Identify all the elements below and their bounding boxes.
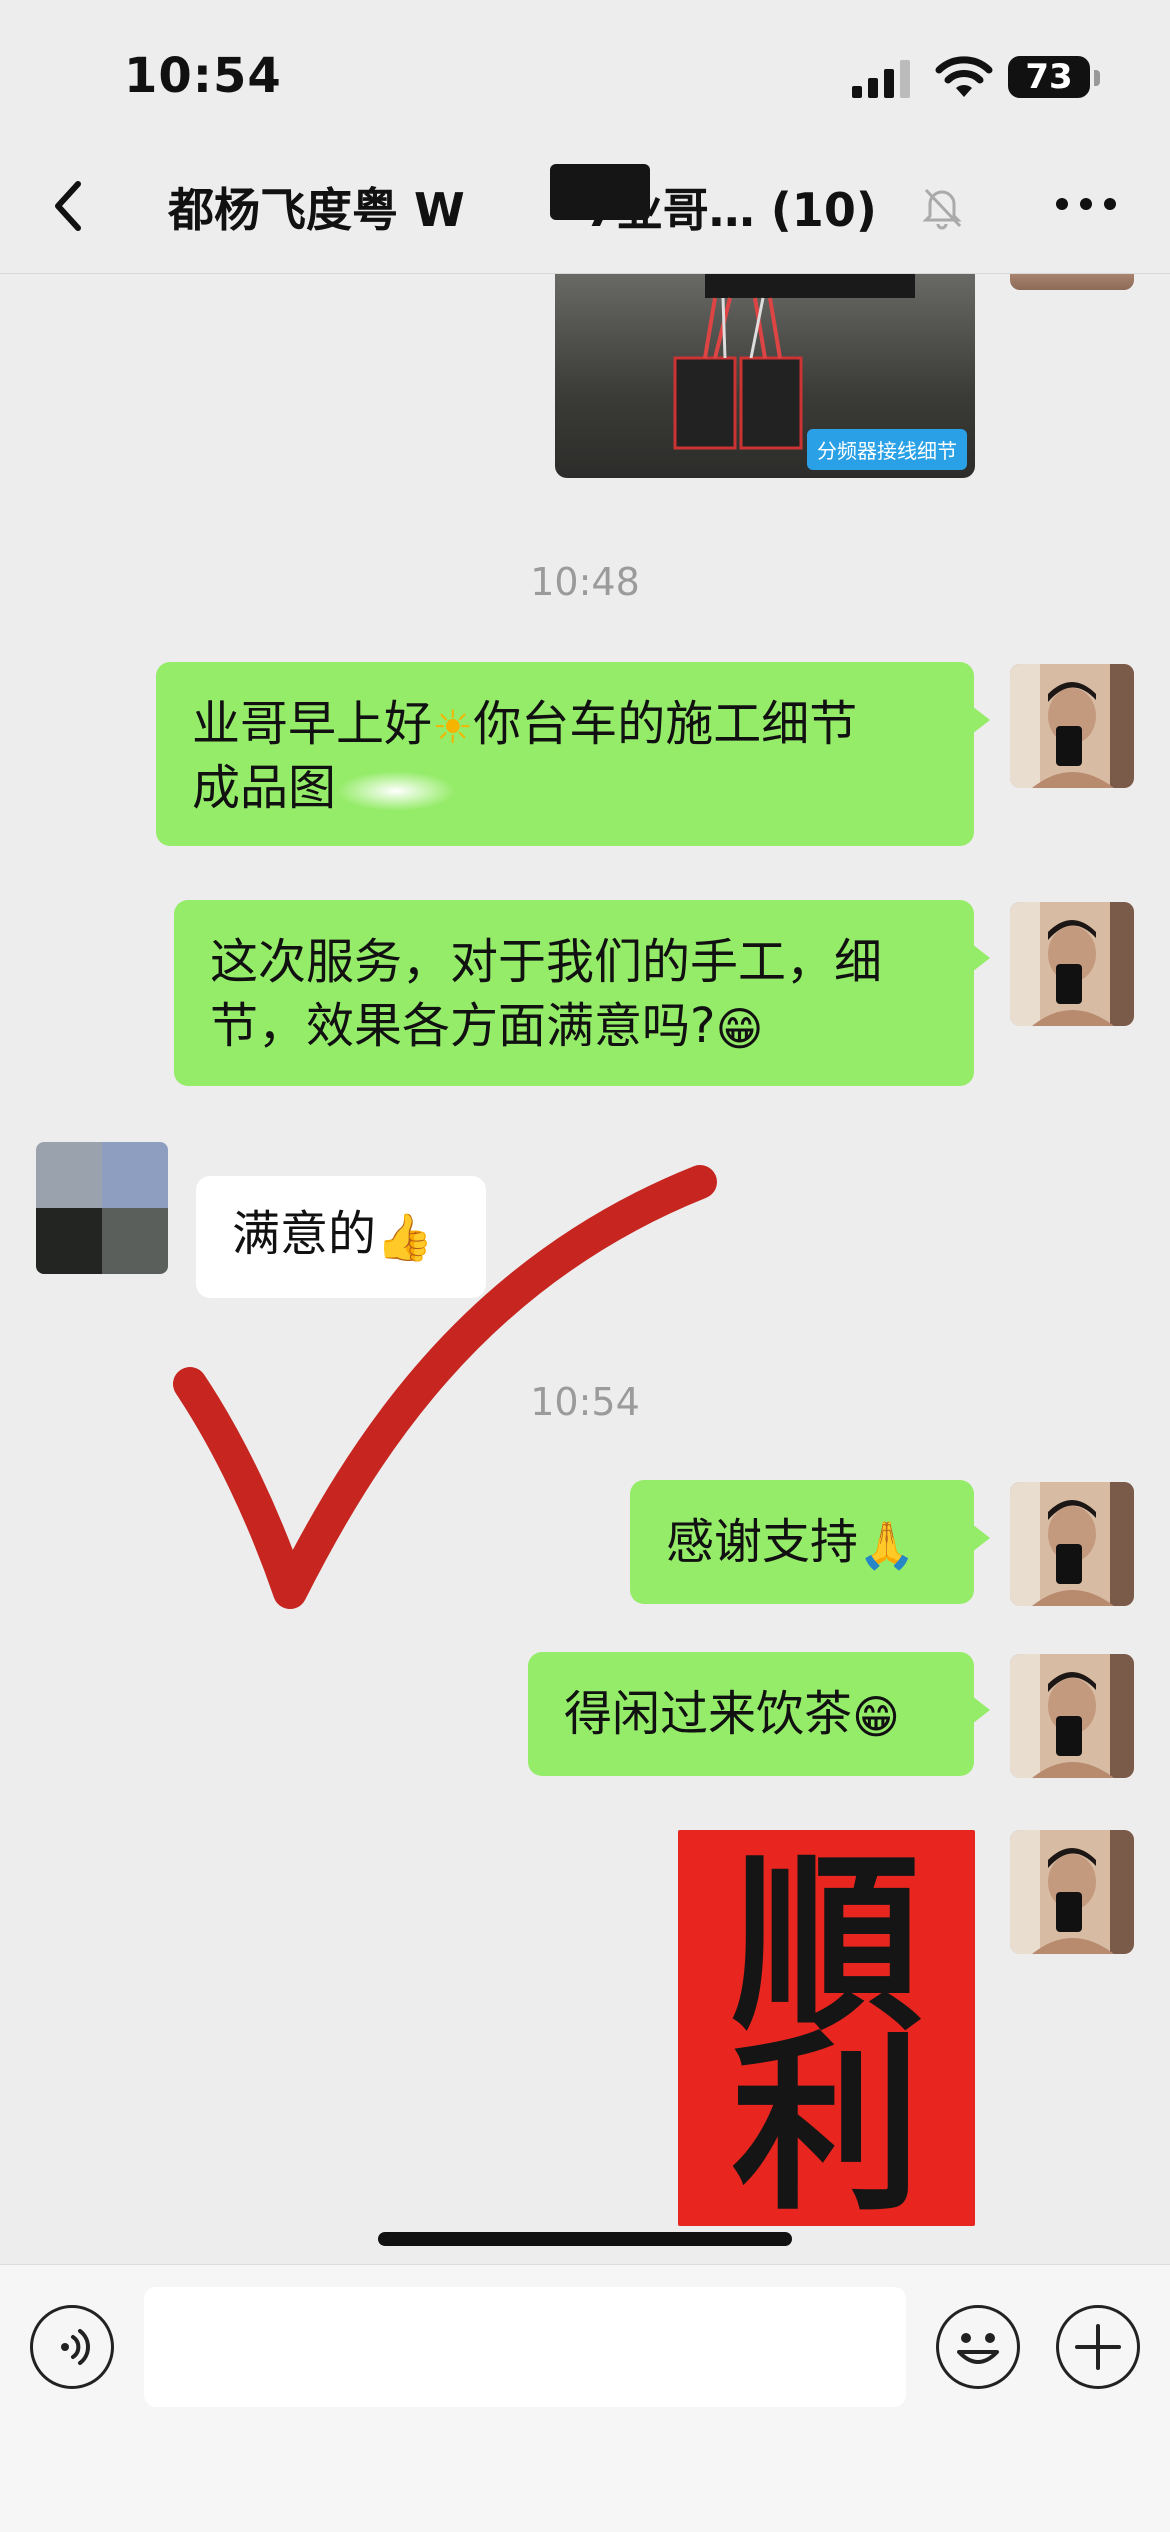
message-text: 满意的 — [232, 1206, 377, 1262]
blurred-emoji-icon — [336, 771, 457, 811]
avatar[interactable] — [1010, 902, 1134, 1026]
message-input[interactable] — [144, 2287, 906, 2407]
message-text: 得闲过来饮茶 — [564, 1686, 853, 1742]
emoji-button[interactable] — [936, 2305, 1020, 2389]
message-text: 业哥早上好 — [192, 696, 433, 752]
plus-button[interactable] — [1056, 2305, 1140, 2389]
message-text: 成品图 — [192, 760, 337, 816]
time-separator: 10:48 — [530, 560, 640, 604]
message-bubble[interactable]: 这次服务，对于我们的手工，细节，效果各方面满意吗?😁 — [174, 900, 990, 1086]
calligraphy-char: 利 — [731, 2013, 922, 2226]
signal-icon — [852, 60, 910, 98]
message-text: 感谢支持 — [666, 1514, 859, 1570]
message-bubble[interactable]: 满意的👍 — [196, 1176, 486, 1298]
home-indicator — [378, 2232, 792, 2246]
message-bubble[interactable]: 感谢支持🙏 — [630, 1480, 990, 1604]
image-message[interactable]: 順 利 — [678, 1830, 975, 2226]
avatar[interactable] — [1010, 1830, 1134, 1954]
mute-icon — [922, 188, 962, 230]
status-time: 10:54 — [124, 48, 282, 104]
chat-header: 都杨飞度粤 W 7业哥… (10) — [0, 140, 1170, 274]
photo-caption: 分频器接线细节 — [807, 429, 967, 470]
battery-icon: 73 — [1008, 56, 1090, 98]
message-bubble[interactable]: 业哥早上好☀你台车的施工细节 成品图 — [156, 662, 990, 846]
grin-emoji-icon: 😁 — [852, 1690, 900, 1744]
avatar[interactable] — [1010, 664, 1134, 788]
time-separator: 10:54 — [530, 1380, 640, 1424]
avatar-mosaic — [36, 1208, 102, 1274]
message-text: 你台车的施工细节 — [473, 696, 858, 752]
input-bar — [0, 2264, 1170, 2532]
chat-title-prefix: 都杨飞度粤 W — [168, 183, 465, 237]
redaction-block — [550, 164, 650, 220]
image-message[interactable]: 分频器接线细节 — [555, 274, 975, 478]
avatar-mosaic — [102, 1142, 168, 1208]
wifi-icon — [935, 56, 993, 97]
message-bubble[interactable]: 得闲过来饮茶😁 — [528, 1652, 990, 1776]
message-list[interactable]: 分频器接线细节 10:48 业哥早上好☀你台车的施工细节 成品图 这次服务，对于… — [0, 274, 1170, 2264]
pray-emoji-icon: 🙏 — [858, 1518, 916, 1572]
avatar-mosaic — [102, 1208, 168, 1274]
avatar[interactable] — [36, 1142, 168, 1274]
avatar[interactable] — [1010, 1482, 1134, 1606]
avatar[interactable] — [1010, 274, 1134, 290]
plus-icon — [1075, 2324, 1121, 2370]
battery-tip — [1094, 70, 1100, 86]
voice-button[interactable] — [30, 2305, 114, 2389]
sun-emoji-icon: ☀ — [432, 700, 474, 754]
status-bar: 10:54 73 — [0, 0, 1170, 140]
thumbs-up-emoji-icon: 👍 — [376, 1210, 434, 1264]
calligraphy-char: 順 — [731, 1833, 922, 2056]
grin-emoji-icon: 😁 — [715, 1002, 764, 1056]
more-icon[interactable] — [1054, 196, 1118, 212]
avatar-mosaic — [36, 1142, 102, 1208]
message-text: 这次服务，对于我们的手工，细节，效果各方面满意吗? — [210, 934, 883, 1054]
back-icon[interactable] — [44, 174, 88, 238]
avatar[interactable] — [1010, 1654, 1134, 1778]
voice-icon — [61, 2329, 90, 2365]
emoji-icon — [957, 2333, 999, 2364]
